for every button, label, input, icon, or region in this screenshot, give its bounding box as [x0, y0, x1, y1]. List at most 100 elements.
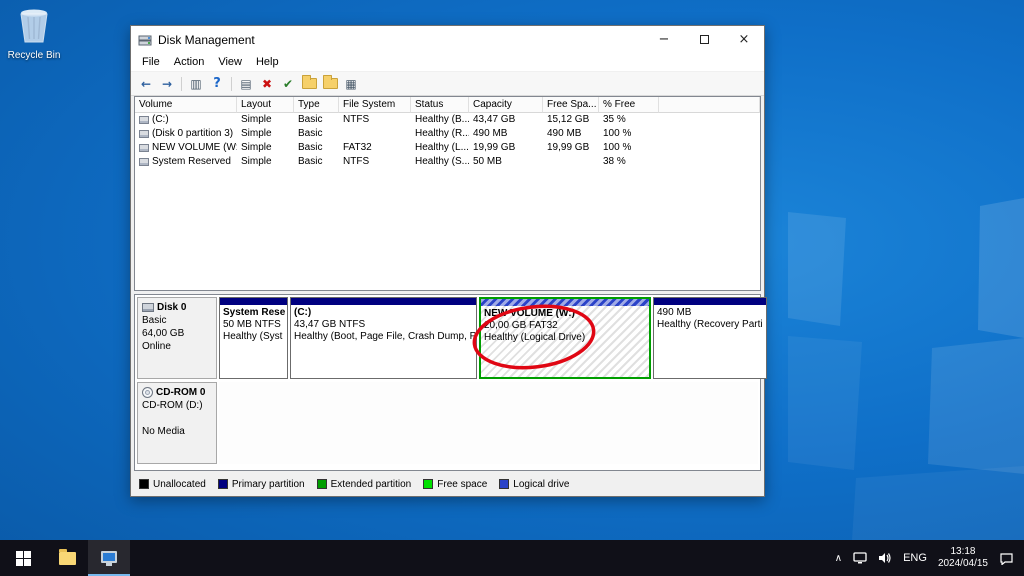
col-layout[interactable]: Layout [237, 97, 294, 113]
menu-help[interactable]: Help [249, 53, 286, 71]
window-title: Disk Management [158, 33, 644, 47]
disk0-row: Disk 0 Basic 64,00 GB Online System Rese… [137, 297, 758, 379]
disk0-partitions: System Rese 50 MB NTFS Healthy (Syst (C:… [219, 297, 767, 379]
menu-bar: File Action View Help [131, 53, 764, 72]
cell-volume: (C:) [152, 113, 169, 127]
mark-active-icon[interactable]: ✔ [279, 75, 297, 93]
notification-center-icon[interactable] [999, 552, 1014, 565]
toolbar: ← → ▥ ? ▤ ✖ ✔ ▦ [131, 72, 764, 96]
disk0-kind: Basic [142, 314, 212, 327]
cell-volume: (Disk 0 partition 3) [152, 127, 233, 141]
cell-freespace [543, 155, 599, 169]
primary-partition-swatch [218, 479, 228, 489]
table-row[interactable]: (Disk 0 partition 3) Simple Basic Health… [135, 127, 760, 141]
cell-type: Basic [294, 113, 339, 127]
cell-type: Basic [294, 127, 339, 141]
menu-view[interactable]: View [211, 53, 249, 71]
partition-system-reserved[interactable]: System Rese 50 MB NTFS Healthy (Syst [219, 297, 288, 379]
table-row[interactable]: System Reserved Simple Basic NTFS Health… [135, 155, 760, 169]
help-icon[interactable]: ? [208, 75, 226, 93]
network-icon[interactable] [853, 552, 867, 564]
col-pctfree[interactable]: % Free [599, 97, 659, 113]
taskbar-disk-management[interactable] [88, 540, 130, 576]
recycle-bin[interactable]: Recycle Bin [6, 6, 62, 61]
properties-icon[interactable]: ▦ [342, 75, 360, 93]
cell-pctfree: 100 % [599, 141, 659, 155]
action-list-icon[interactable]: ▤ [237, 75, 255, 93]
start-button[interactable] [0, 540, 46, 576]
clock[interactable]: 13:18 2024/04/15 [938, 546, 988, 570]
back-arrow-icon[interactable]: ← [137, 75, 155, 93]
primary-partition-strip [654, 298, 766, 305]
cell-filesystem: NTFS [339, 155, 411, 169]
legend-label: Extended partition [331, 479, 412, 490]
windows-logo-icon [16, 551, 31, 566]
col-capacity[interactable]: Capacity [469, 97, 543, 113]
partition-name: System Rese [223, 307, 284, 319]
cell-status: Healthy (R... [411, 127, 469, 141]
cell-freespace: 15,12 GB [543, 113, 599, 127]
cell-filesystem: NTFS [339, 113, 411, 127]
folder-icon [323, 78, 338, 89]
unallocated-swatch [139, 479, 149, 489]
recycle-bin-label: Recycle Bin [6, 50, 62, 61]
cell-pctfree: 100 % [599, 127, 659, 141]
legend-label: Primary partition [232, 479, 305, 490]
logical-drive-strip [481, 299, 649, 306]
partition-new-volume-w[interactable]: NEW VOLUME (W:) 20,00 GB FAT32 Healthy (… [479, 297, 651, 379]
delete-volume-icon[interactable]: ✖ [258, 75, 276, 93]
cell-filler [659, 141, 760, 155]
volume-list-pane: Volume Layout Type File System Status Ca… [134, 96, 761, 291]
partition-c[interactable]: (C:) 43,47 GB NTFS Healthy (Boot, Page F… [290, 297, 477, 379]
disk0-size: 64,00 GB [142, 327, 212, 340]
explore-folder-icon[interactable] [321, 75, 339, 93]
close-button[interactable]: × [724, 26, 764, 53]
partition-name: (C:) [294, 307, 473, 319]
cell-filesystem [339, 127, 411, 141]
cdrom-header[interactable]: CD-ROM 0 CD-ROM (D:) No Media [137, 382, 217, 464]
extended-partition-swatch [317, 479, 327, 489]
legend-item-extended: Extended partition [317, 479, 412, 490]
cdrom-name: CD-ROM 0 [156, 386, 205, 399]
cell-capacity: 19,99 GB [469, 141, 543, 155]
open-folder-icon[interactable] [300, 75, 318, 93]
desktop: { "desktop": { "recycle_bin_label": "Rec… [0, 0, 1024, 576]
col-freespace[interactable]: Free Spa... [543, 97, 599, 113]
title-bar[interactable]: Disk Management − × [131, 26, 764, 53]
forward-arrow-icon[interactable]: → [158, 75, 176, 93]
cell-filler [659, 113, 760, 127]
col-filler [659, 97, 760, 113]
partition-name: NEW VOLUME (W:) [484, 308, 646, 320]
col-volume[interactable]: Volume [135, 97, 237, 113]
table-row[interactable]: (C:) Simple Basic NTFS Healthy (B... 43,… [135, 113, 760, 127]
cell-type: Basic [294, 155, 339, 169]
maximize-icon [700, 35, 709, 44]
legend-item-freespace: Free space [423, 479, 487, 490]
col-type[interactable]: Type [294, 97, 339, 113]
minimize-button[interactable]: − [644, 26, 684, 53]
clock-time: 13:18 [938, 546, 988, 558]
disk-management-icon [101, 551, 117, 563]
partition-recovery[interactable]: 490 MB Healthy (Recovery Parti [653, 297, 767, 379]
col-filesystem[interactable]: File System [339, 97, 411, 113]
taskbar-file-explorer[interactable] [46, 540, 88, 576]
cdrom-drive: CD-ROM (D:) [142, 399, 212, 412]
chevron-up-icon[interactable]: ∧ [835, 553, 842, 564]
menu-file[interactable]: File [135, 53, 167, 71]
cell-type: Basic [294, 141, 339, 155]
cell-layout: Simple [237, 155, 294, 169]
cell-capacity: 490 MB [469, 127, 543, 141]
disk0-header[interactable]: Disk 0 Basic 64,00 GB Online [137, 297, 217, 379]
console-tree-icon[interactable]: ▥ [187, 75, 205, 93]
cell-status: Healthy (L... [411, 141, 469, 155]
maximize-button[interactable] [684, 26, 724, 53]
col-status[interactable]: Status [411, 97, 469, 113]
speaker-icon[interactable] [878, 552, 892, 564]
logical-drive-swatch [499, 479, 509, 489]
legend-label: Free space [437, 479, 487, 490]
language-indicator[interactable]: ENG [903, 552, 927, 564]
primary-partition-strip [220, 298, 287, 305]
menu-action[interactable]: Action [167, 53, 212, 71]
table-row[interactable]: NEW VOLUME (W:) Simple Basic FAT32 Healt… [135, 141, 760, 155]
cell-pctfree: 38 % [599, 155, 659, 169]
